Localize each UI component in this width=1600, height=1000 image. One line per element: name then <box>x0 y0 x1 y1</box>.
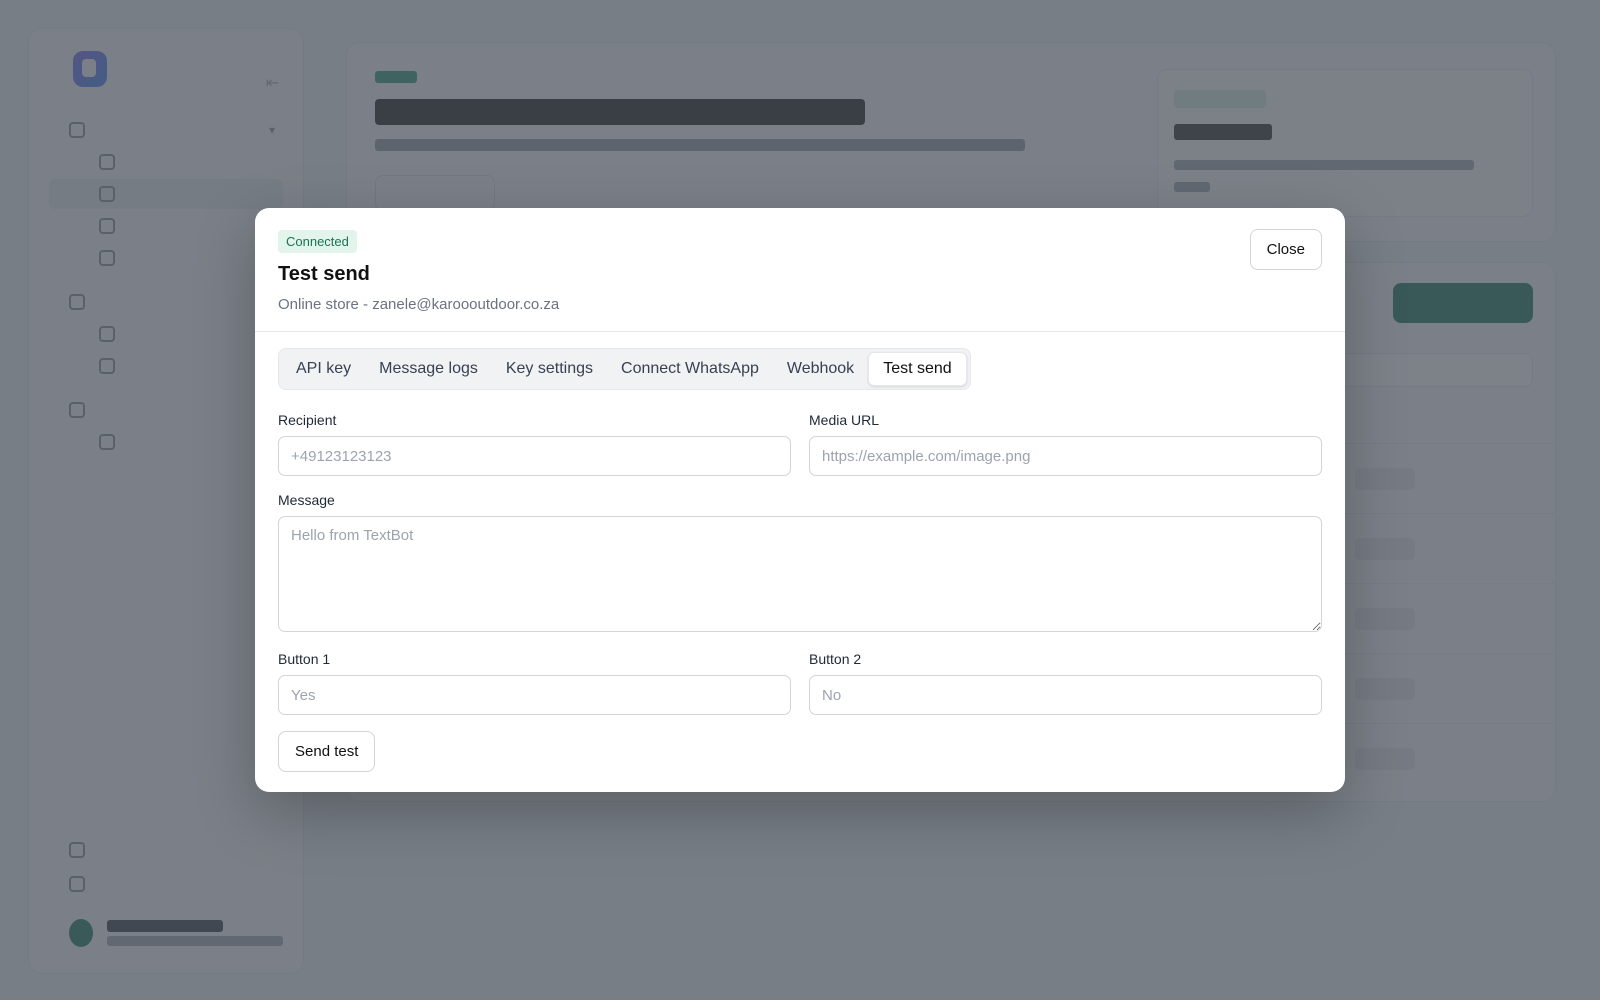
dialog-subtitle: Online store - zanele@karoooutdoor.co.za <box>278 296 560 313</box>
media-url-field-group: Media URL <box>809 412 1322 476</box>
message-textarea[interactable] <box>278 516 1322 632</box>
recipient-label: Recipient <box>278 412 337 428</box>
status-badge: Connected <box>278 230 357 253</box>
message-field-group: Message <box>278 492 1322 637</box>
button1-label: Button 1 <box>278 651 331 667</box>
media-url-label: Media URL <box>809 412 880 428</box>
test-send-dialog: Connected Test send Online store - zanel… <box>255 208 1345 792</box>
recipient-media-row: Recipient Media URL <box>278 412 1322 476</box>
button2-label: Button 2 <box>809 651 862 667</box>
tab-key-settings[interactable]: Key settings <box>492 352 607 386</box>
media-url-input[interactable] <box>809 436 1322 476</box>
tab-api-key[interactable]: API key <box>282 352 365 386</box>
button2-field-group: Button 2 <box>809 651 1322 715</box>
tab-connect-whatsapp[interactable]: Connect WhatsApp <box>607 352 773 386</box>
recipient-input[interactable] <box>278 436 791 476</box>
button1-field-group: Button 1 <box>278 651 791 715</box>
button2-input[interactable] <box>809 675 1322 715</box>
tab-test-send[interactable]: Test send <box>868 352 967 386</box>
buttons-row: Button 1 Button 2 <box>278 651 1322 715</box>
recipient-field-group: Recipient <box>278 412 791 476</box>
dialog-header: Connected Test send Online store - zanel… <box>255 208 1345 332</box>
close-button[interactable]: Close <box>1249 229 1322 270</box>
send-test-button[interactable]: Send test <box>278 731 376 772</box>
tab-message-logs[interactable]: Message logs <box>365 352 492 386</box>
button1-input[interactable] <box>278 675 791 715</box>
tab-webhook[interactable]: Webhook <box>773 352 868 386</box>
message-label: Message <box>278 492 335 508</box>
dialog-body: API key Message logs Key settings Connec… <box>255 332 1345 772</box>
tab-list: API key Message logs Key settings Connec… <box>278 348 971 390</box>
dialog-title: Test send <box>278 263 370 285</box>
